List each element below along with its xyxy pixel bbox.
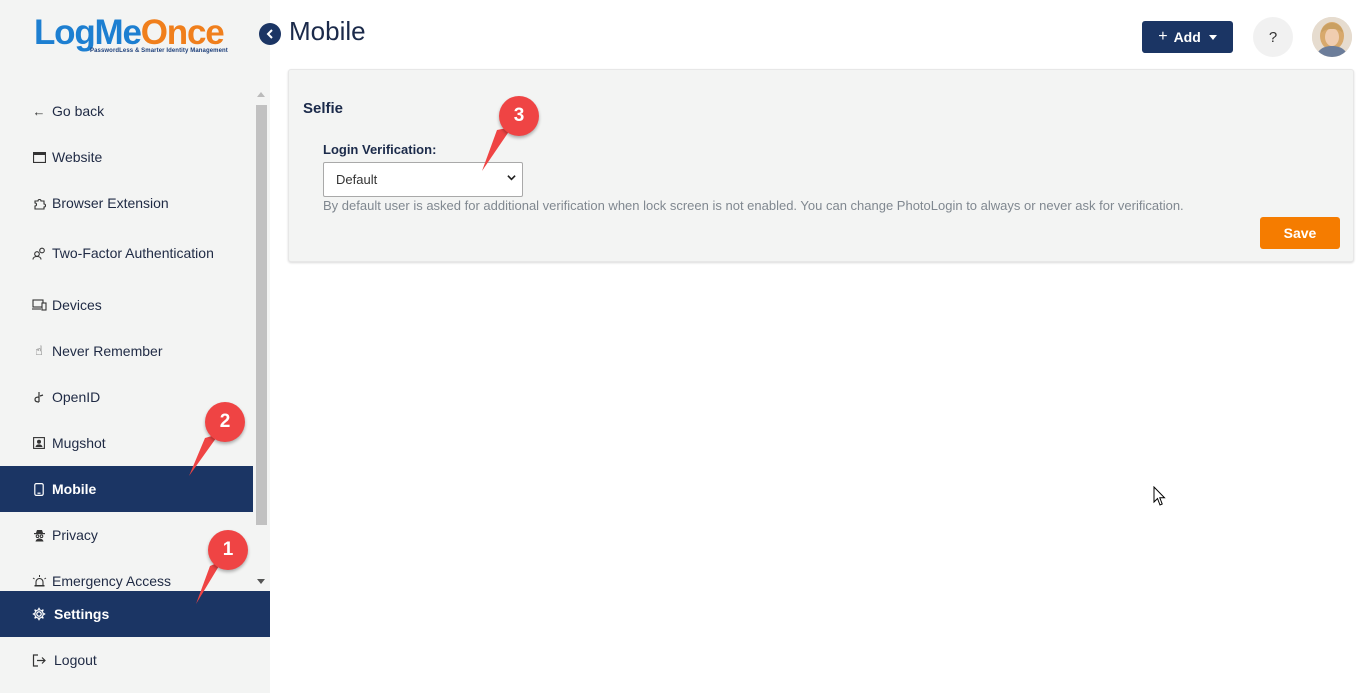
- arrow-left-icon: ←: [32, 103, 46, 119]
- sidebar-item-label: Settings: [54, 606, 110, 622]
- users-icon: [30, 247, 48, 260]
- sidebar-item-devices[interactable]: Devices: [0, 282, 253, 328]
- gear-icon: [30, 607, 48, 621]
- logo-part2: Once: [140, 13, 225, 52]
- callout-1: 1: [208, 530, 248, 570]
- sidebar-item-label: Never Remember: [52, 343, 163, 359]
- sidebar-item-never-remember[interactable]: ☝ Never Remember: [0, 328, 253, 374]
- logmeonce-logo[interactable]: LogMeOnce PasswordLess & Smarter Identit…: [34, 14, 234, 62]
- add-button[interactable]: + Add: [1142, 21, 1233, 53]
- puzzle-icon: [30, 197, 48, 210]
- sidebar-item-browser-extension[interactable]: Browser Extension: [0, 180, 253, 226]
- verification-help-text: By default user is asked for additional …: [323, 198, 1184, 213]
- sidebar-item-label: Two-Factor Authentication: [52, 245, 214, 261]
- sidebar: LogMeOnce PasswordLess & Smarter Identit…: [0, 0, 270, 693]
- logo-wordmark: LogMeOnce: [34, 14, 234, 52]
- sidebar-item-mobile[interactable]: Mobile: [0, 466, 253, 512]
- portrait-icon: [30, 437, 48, 449]
- collapse-sidebar-button[interactable]: [259, 23, 281, 45]
- scroll-thumb[interactable]: [256, 105, 267, 525]
- window-icon: [30, 151, 48, 163]
- sidebar-item-label: Browser Extension: [52, 195, 169, 211]
- help-button[interactable]: ?: [1253, 17, 1293, 57]
- logo-tagline: PasswordLess & Smarter Identity Manageme…: [90, 48, 228, 54]
- sidebar-item-label: Mugshot: [52, 435, 106, 451]
- avatar[interactable]: [1312, 17, 1352, 57]
- caret-down-icon: [1208, 34, 1217, 40]
- sidebar-item-label: Privacy: [52, 527, 98, 543]
- chevron-left-icon: [266, 29, 273, 39]
- sidebar-item-label: Mobile: [52, 481, 97, 497]
- sidebar-item-label: Logout: [54, 652, 97, 668]
- selfie-card: Selfie Login Verification: Default By de…: [288, 69, 1354, 262]
- logout-icon: [30, 653, 48, 667]
- sidebar-item-go-back[interactable]: ← Go back: [0, 88, 253, 134]
- chevron-down-icon: [507, 175, 516, 181]
- sidebar-item-label: Go back: [52, 103, 105, 119]
- callout-3: 3: [499, 96, 539, 136]
- sidebar-scrollbar[interactable]: [253, 88, 270, 591]
- login-verification-select[interactable]: Default: [323, 162, 523, 197]
- card-title: Selfie: [303, 100, 344, 117]
- hand-pointer-icon: ☝: [35, 343, 43, 358]
- sidebar-item-website[interactable]: Website: [0, 134, 253, 180]
- sidebar-item-label: Emergency Access: [52, 573, 172, 589]
- sidebar-item-label: Devices: [52, 297, 102, 313]
- sidebar-nav: ← Go back Website Browser Extension Two-…: [0, 88, 253, 591]
- devices-icon: [30, 299, 48, 311]
- siren-icon: [30, 575, 48, 587]
- mobile-icon: [30, 482, 48, 496]
- plus-icon: +: [1158, 28, 1168, 45]
- openid-icon: [30, 391, 48, 403]
- callout-2: 2: [205, 402, 245, 442]
- logo-part1: LogMe: [34, 13, 142, 52]
- mouse-cursor-icon: [1153, 486, 1166, 506]
- sidebar-item-label: Website: [52, 149, 103, 165]
- sidebar-item-settings[interactable]: Settings: [0, 591, 270, 637]
- sidebar-item-label: OpenID: [52, 389, 101, 405]
- sidebar-item-two-factor[interactable]: Two-Factor Authentication: [0, 230, 253, 276]
- app-window: LogMeOnce PasswordLess & Smarter Identit…: [0, 0, 1372, 693]
- login-verification-label: Login Verification:: [323, 142, 437, 157]
- select-value: Default: [336, 172, 378, 187]
- save-button[interactable]: Save: [1260, 217, 1340, 249]
- scroll-up-arrow-icon[interactable]: [257, 92, 265, 97]
- add-button-label: Add: [1173, 29, 1201, 45]
- spy-icon: [30, 529, 48, 542]
- scroll-down-arrow-icon[interactable]: [257, 579, 265, 584]
- sidebar-item-logout[interactable]: Logout: [0, 637, 270, 683]
- page-title: Mobile: [289, 16, 366, 46]
